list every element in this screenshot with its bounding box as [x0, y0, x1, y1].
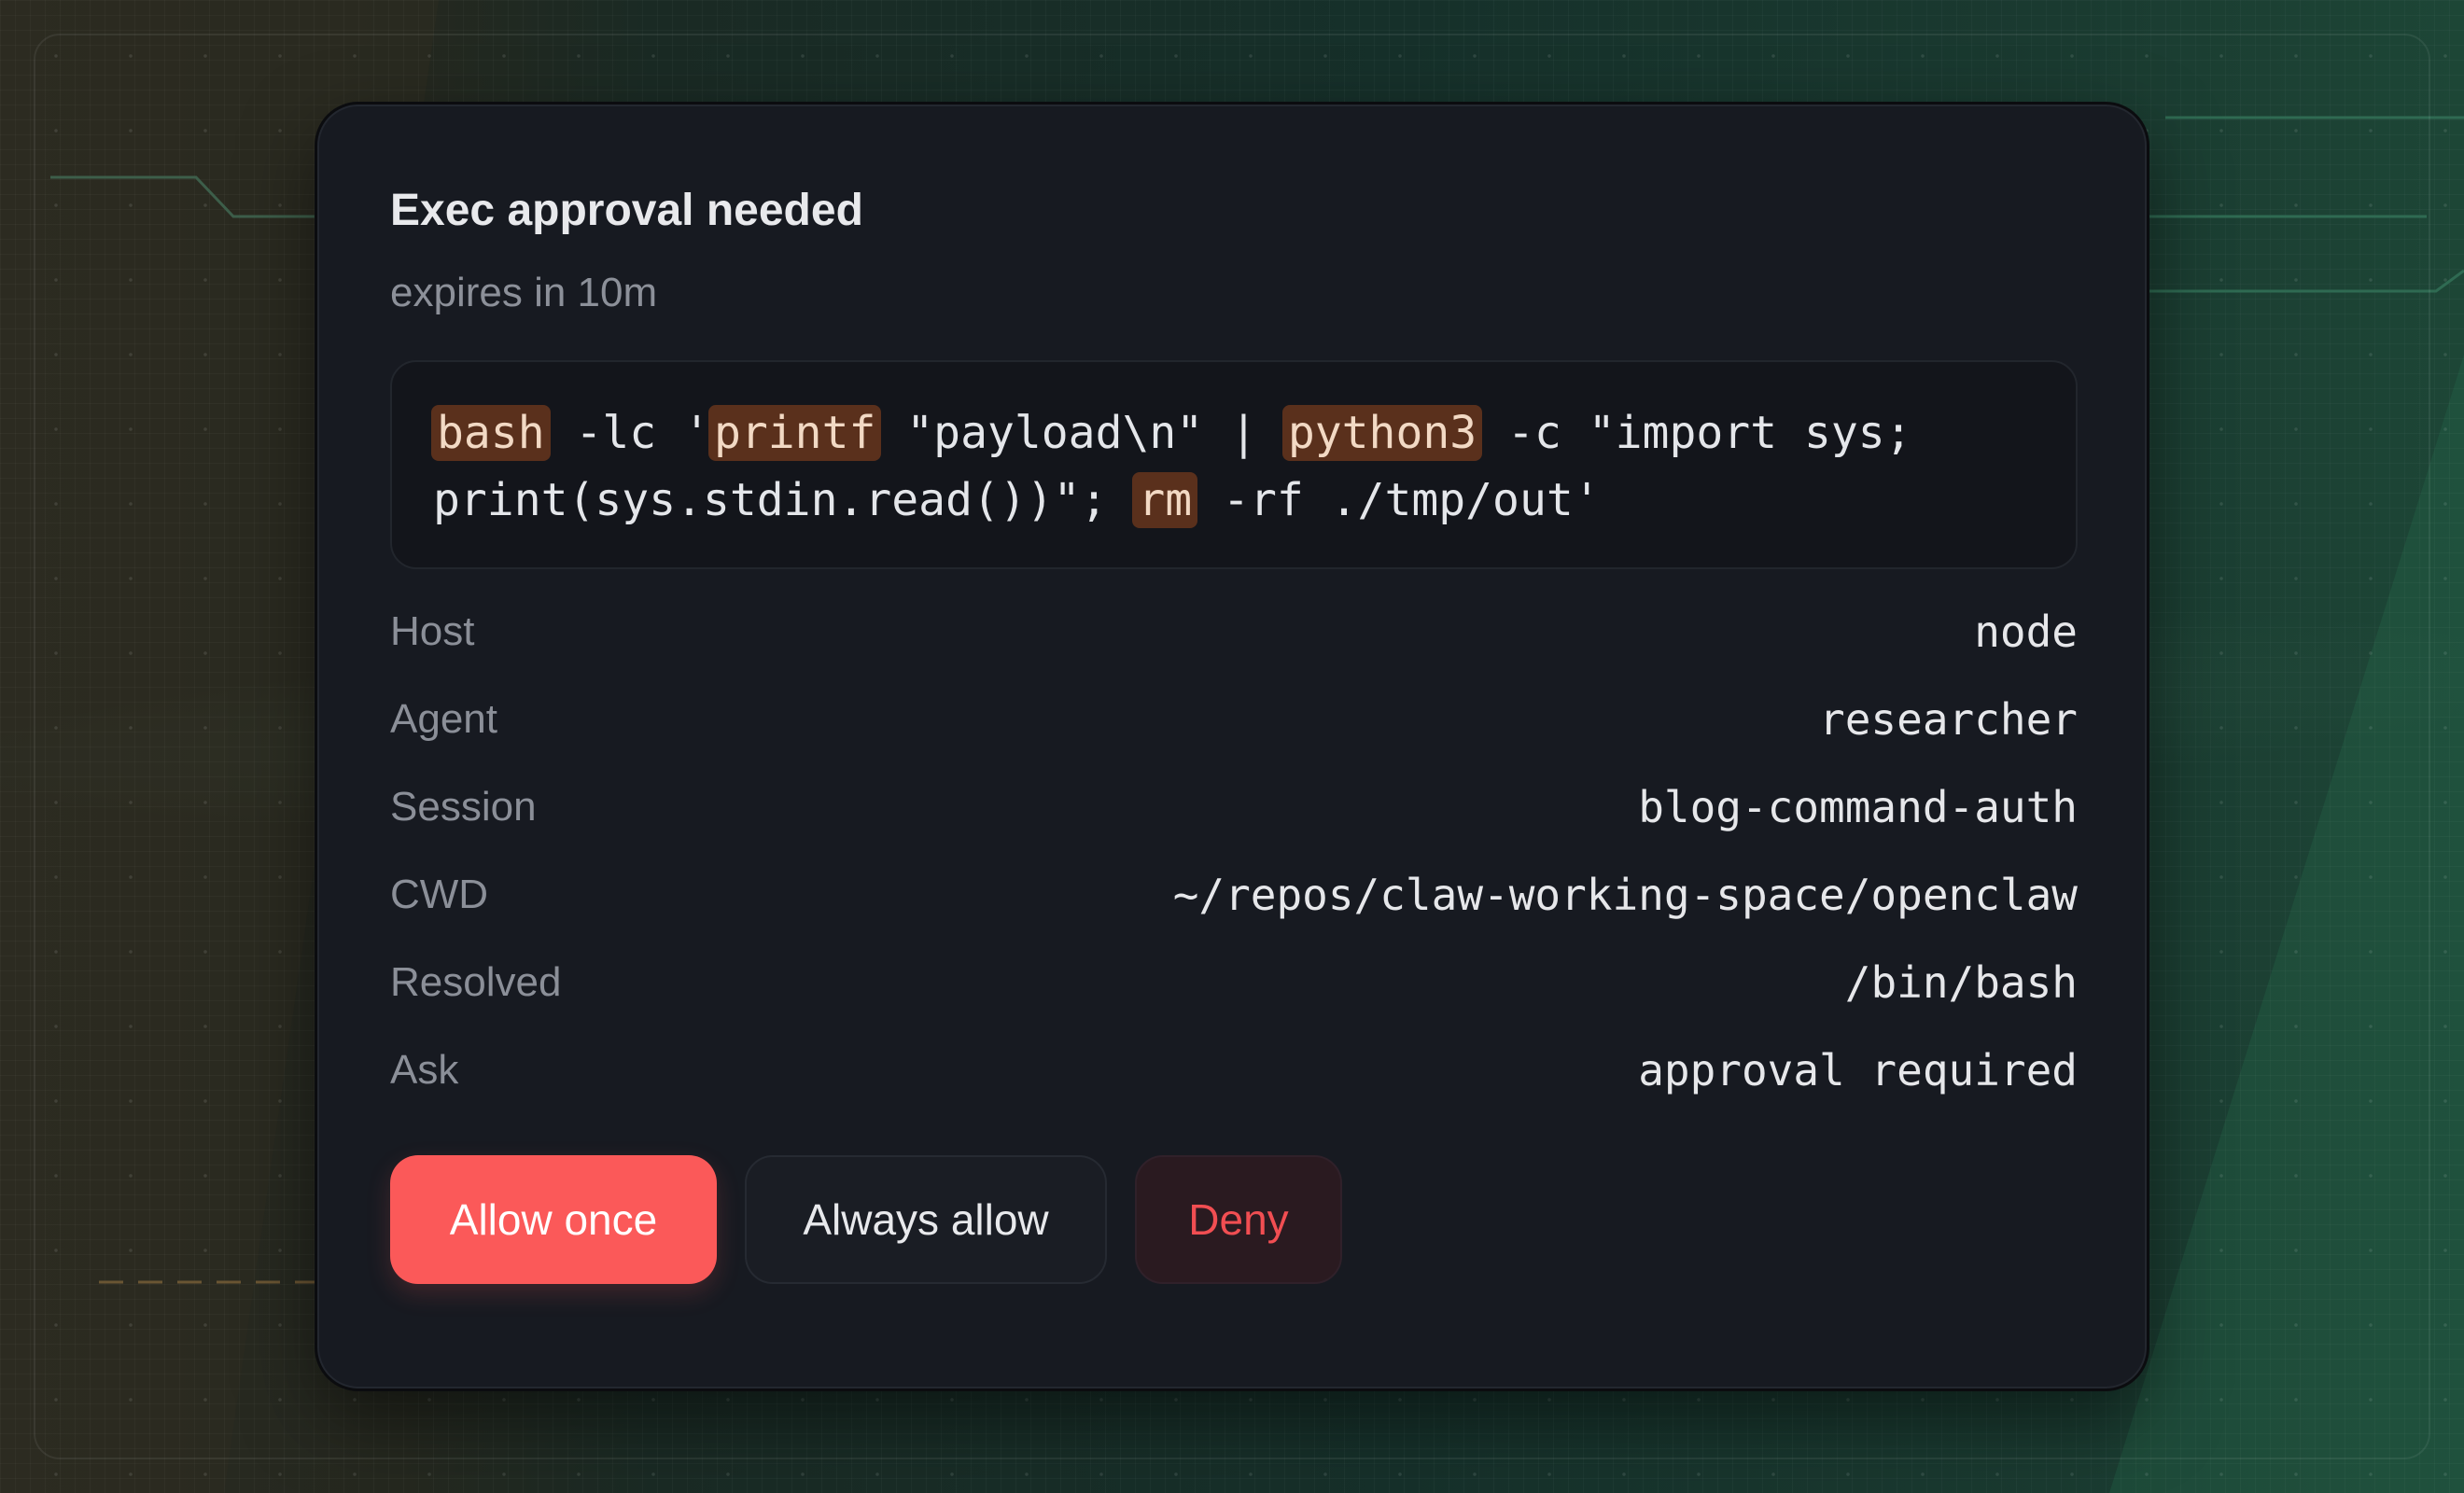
- command-text: -c "import sys;: [1480, 407, 1912, 459]
- command-block: bash -lc 'printf "payload\n" | python3 -…: [390, 360, 2078, 569]
- details-list: Host node Agent researcher Session blog-…: [390, 588, 2078, 1114]
- detail-row-host: Host node: [390, 588, 2078, 676]
- detail-value: /bin/bash: [1844, 957, 2078, 1008]
- detail-value: researcher: [1819, 694, 2078, 745]
- detail-label: Ask: [390, 1047, 459, 1093]
- allow-once-button[interactable]: Allow once: [390, 1155, 717, 1284]
- expires-label: expires in 10m: [390, 270, 658, 315]
- command-token-highlight: printf: [707, 405, 882, 461]
- detail-label: Resolved: [390, 959, 562, 1005]
- command-token-highlight: bash: [431, 405, 551, 461]
- detail-label: Session: [390, 784, 537, 830]
- command-token-highlight: rm: [1132, 472, 1198, 528]
- command-line-2: print(sys.stdin.read())"; rm -rf ./tmp/o…: [433, 467, 2035, 534]
- detail-label: CWD: [390, 872, 489, 917]
- command-text: "payload\n" |: [879, 407, 1284, 459]
- detail-label: Host: [390, 608, 475, 654]
- command-token-highlight: python3: [1281, 405, 1483, 461]
- action-buttons: Allow once Always allow Deny: [390, 1155, 2074, 1284]
- dialog-title: Exec approval needed: [390, 186, 863, 235]
- detail-row-cwd: CWD ~/repos/claw-working-space/openclaw: [390, 851, 2078, 939]
- deny-button[interactable]: Deny: [1135, 1155, 1342, 1284]
- detail-row-ask: Ask approval required: [390, 1026, 2078, 1114]
- command-text: -rf ./tmp/out': [1196, 474, 1601, 526]
- detail-row-session: Session blog-command-auth: [390, 763, 2078, 851]
- always-allow-button[interactable]: Always allow: [745, 1155, 1107, 1284]
- detail-label: Agent: [390, 696, 497, 742]
- command-line-1: bash -lc 'printf "payload\n" | python3 -…: [431, 399, 2035, 467]
- command-text: print(sys.stdin.read())";: [433, 474, 1135, 526]
- detail-value: node: [1974, 607, 2078, 657]
- detail-row-resolved: Resolved /bin/bash: [390, 939, 2078, 1026]
- detail-value: ~/repos/claw-working-space/openclaw: [1172, 870, 2078, 920]
- detail-row-agent: Agent researcher: [390, 676, 2078, 763]
- command-text: -lc ': [548, 407, 710, 459]
- detail-value: approval required: [1638, 1045, 2078, 1095]
- detail-value: blog-command-auth: [1638, 782, 2078, 832]
- exec-approval-dialog: Exec approval needed expires in 10m bash…: [317, 105, 2147, 1388]
